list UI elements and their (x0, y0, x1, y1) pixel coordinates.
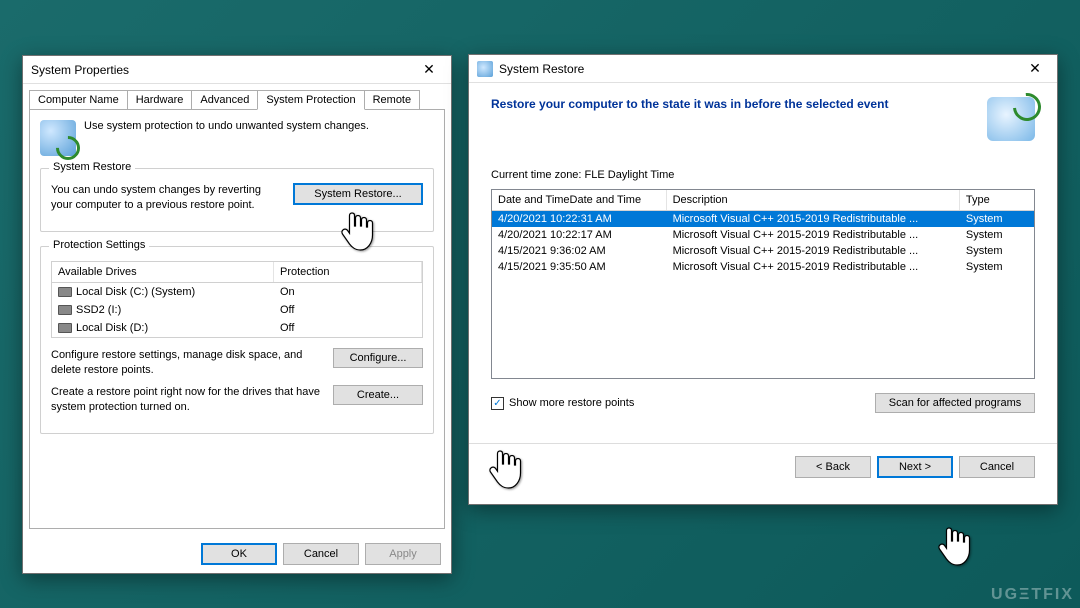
drive-row[interactable]: Local Disk (D:)Off (52, 319, 422, 337)
system-restore-button[interactable]: System Restore... (293, 183, 423, 205)
apply-button[interactable]: Apply (365, 543, 441, 565)
close-icon[interactable]: ✕ (1015, 57, 1055, 81)
system-protection-icon (40, 120, 76, 156)
tab-body: Use system protection to undo unwanted s… (29, 109, 445, 529)
window2-titlebar[interactable]: System Restore ✕ (469, 55, 1057, 83)
restore-point-row[interactable]: 4/15/2021 9:35:50 AMMicrosoft Visual C++… (492, 259, 1034, 275)
disk-icon (58, 287, 72, 297)
group-title-restore: System Restore (49, 161, 135, 173)
back-button[interactable]: < Back (795, 456, 871, 478)
restore-point-row[interactable]: 4/20/2021 10:22:31 AMMicrosoft Visual C+… (492, 211, 1034, 227)
show-more-label: Show more restore points (509, 397, 634, 409)
restore-text: You can undo system changes by reverting… (51, 183, 283, 213)
check-icon: ✓ (491, 397, 504, 410)
disk-icon (58, 305, 72, 315)
window1-titlebar[interactable]: System Properties ✕ (23, 56, 451, 84)
next-button[interactable]: Next > (877, 456, 953, 478)
show-more-checkbox[interactable]: ✓ Show more restore points (491, 397, 634, 410)
group-protection-settings: Protection Settings Available Drives Pro… (40, 246, 434, 434)
configure-button[interactable]: Configure... (333, 348, 423, 368)
window2-body: Restore your computer to the state it wa… (469, 83, 1057, 504)
col-description[interactable]: Description (667, 190, 960, 210)
configure-text: Configure restore settings, manage disk … (51, 348, 323, 378)
close-icon[interactable]: ✕ (409, 58, 449, 82)
tab-advanced[interactable]: Advanced (191, 90, 258, 109)
col-date-time[interactable]: Date and TimeDate and Time (492, 190, 667, 210)
scan-affected-button[interactable]: Scan for affected programs (875, 393, 1035, 413)
restore-big-icon (987, 97, 1035, 141)
drive-row[interactable]: SSD2 (I:)Off (52, 301, 422, 319)
cancel-button[interactable]: Cancel (959, 456, 1035, 478)
intro-text: Use system protection to undo unwanted s… (84, 120, 369, 132)
watermark: UGΞTFIX (991, 586, 1074, 604)
window1-title: System Properties (31, 63, 409, 77)
tab-hardware[interactable]: Hardware (127, 90, 193, 109)
cursor-hand-icon (937, 525, 971, 567)
disk-icon (58, 323, 72, 333)
window1-footer: OK Cancel Apply (23, 535, 451, 573)
restore-icon (477, 61, 493, 77)
col-type[interactable]: Type (960, 190, 1034, 210)
tab-system-protection[interactable]: System Protection (257, 90, 364, 110)
restore-point-row[interactable]: 4/20/2021 10:22:17 AMMicrosoft Visual C+… (492, 227, 1034, 243)
drive-row[interactable]: Local Disk (C:) (System)On (52, 283, 422, 301)
tabs-bar: Computer Name Hardware Advanced System P… (23, 84, 451, 109)
tab-remote[interactable]: Remote (364, 90, 421, 109)
col-available-drives[interactable]: Available Drives (52, 262, 274, 282)
window2-footer: < Back Next > Cancel (469, 443, 1057, 490)
create-button[interactable]: Create... (333, 385, 423, 405)
drives-table: Available Drives Protection Local Disk (… (51, 261, 423, 338)
group-title-protection: Protection Settings (49, 239, 149, 251)
ok-button[interactable]: OK (201, 543, 277, 565)
restore-heading: Restore your computer to the state it wa… (491, 97, 977, 111)
restore-point-row[interactable]: 4/15/2021 9:36:02 AMMicrosoft Visual C++… (492, 243, 1034, 259)
window2-title: System Restore (499, 62, 1015, 76)
timezone-label: Current time zone: FLE Daylight Time (491, 169, 1035, 181)
col-protection[interactable]: Protection (274, 262, 422, 282)
cancel-button[interactable]: Cancel (283, 543, 359, 565)
restore-points-table[interactable]: Date and TimeDate and Time Description T… (491, 189, 1035, 379)
tab-computer-name[interactable]: Computer Name (29, 90, 128, 109)
group-system-restore: System Restore You can undo system chang… (40, 168, 434, 232)
create-text: Create a restore point right now for the… (51, 385, 323, 415)
